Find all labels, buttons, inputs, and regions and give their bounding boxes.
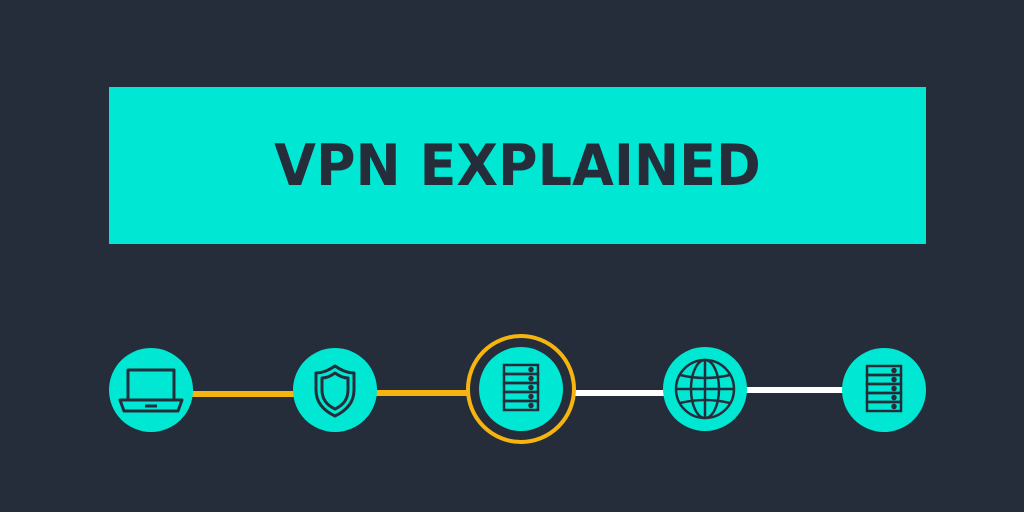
node-destination-server — [842, 348, 926, 432]
node-laptop — [109, 348, 193, 432]
node-internet — [663, 347, 747, 431]
node-shield — [293, 348, 377, 432]
node-vpn-server — [466, 334, 576, 444]
globe-icon — [674, 358, 736, 420]
vpn-flow-diagram — [109, 334, 926, 444]
